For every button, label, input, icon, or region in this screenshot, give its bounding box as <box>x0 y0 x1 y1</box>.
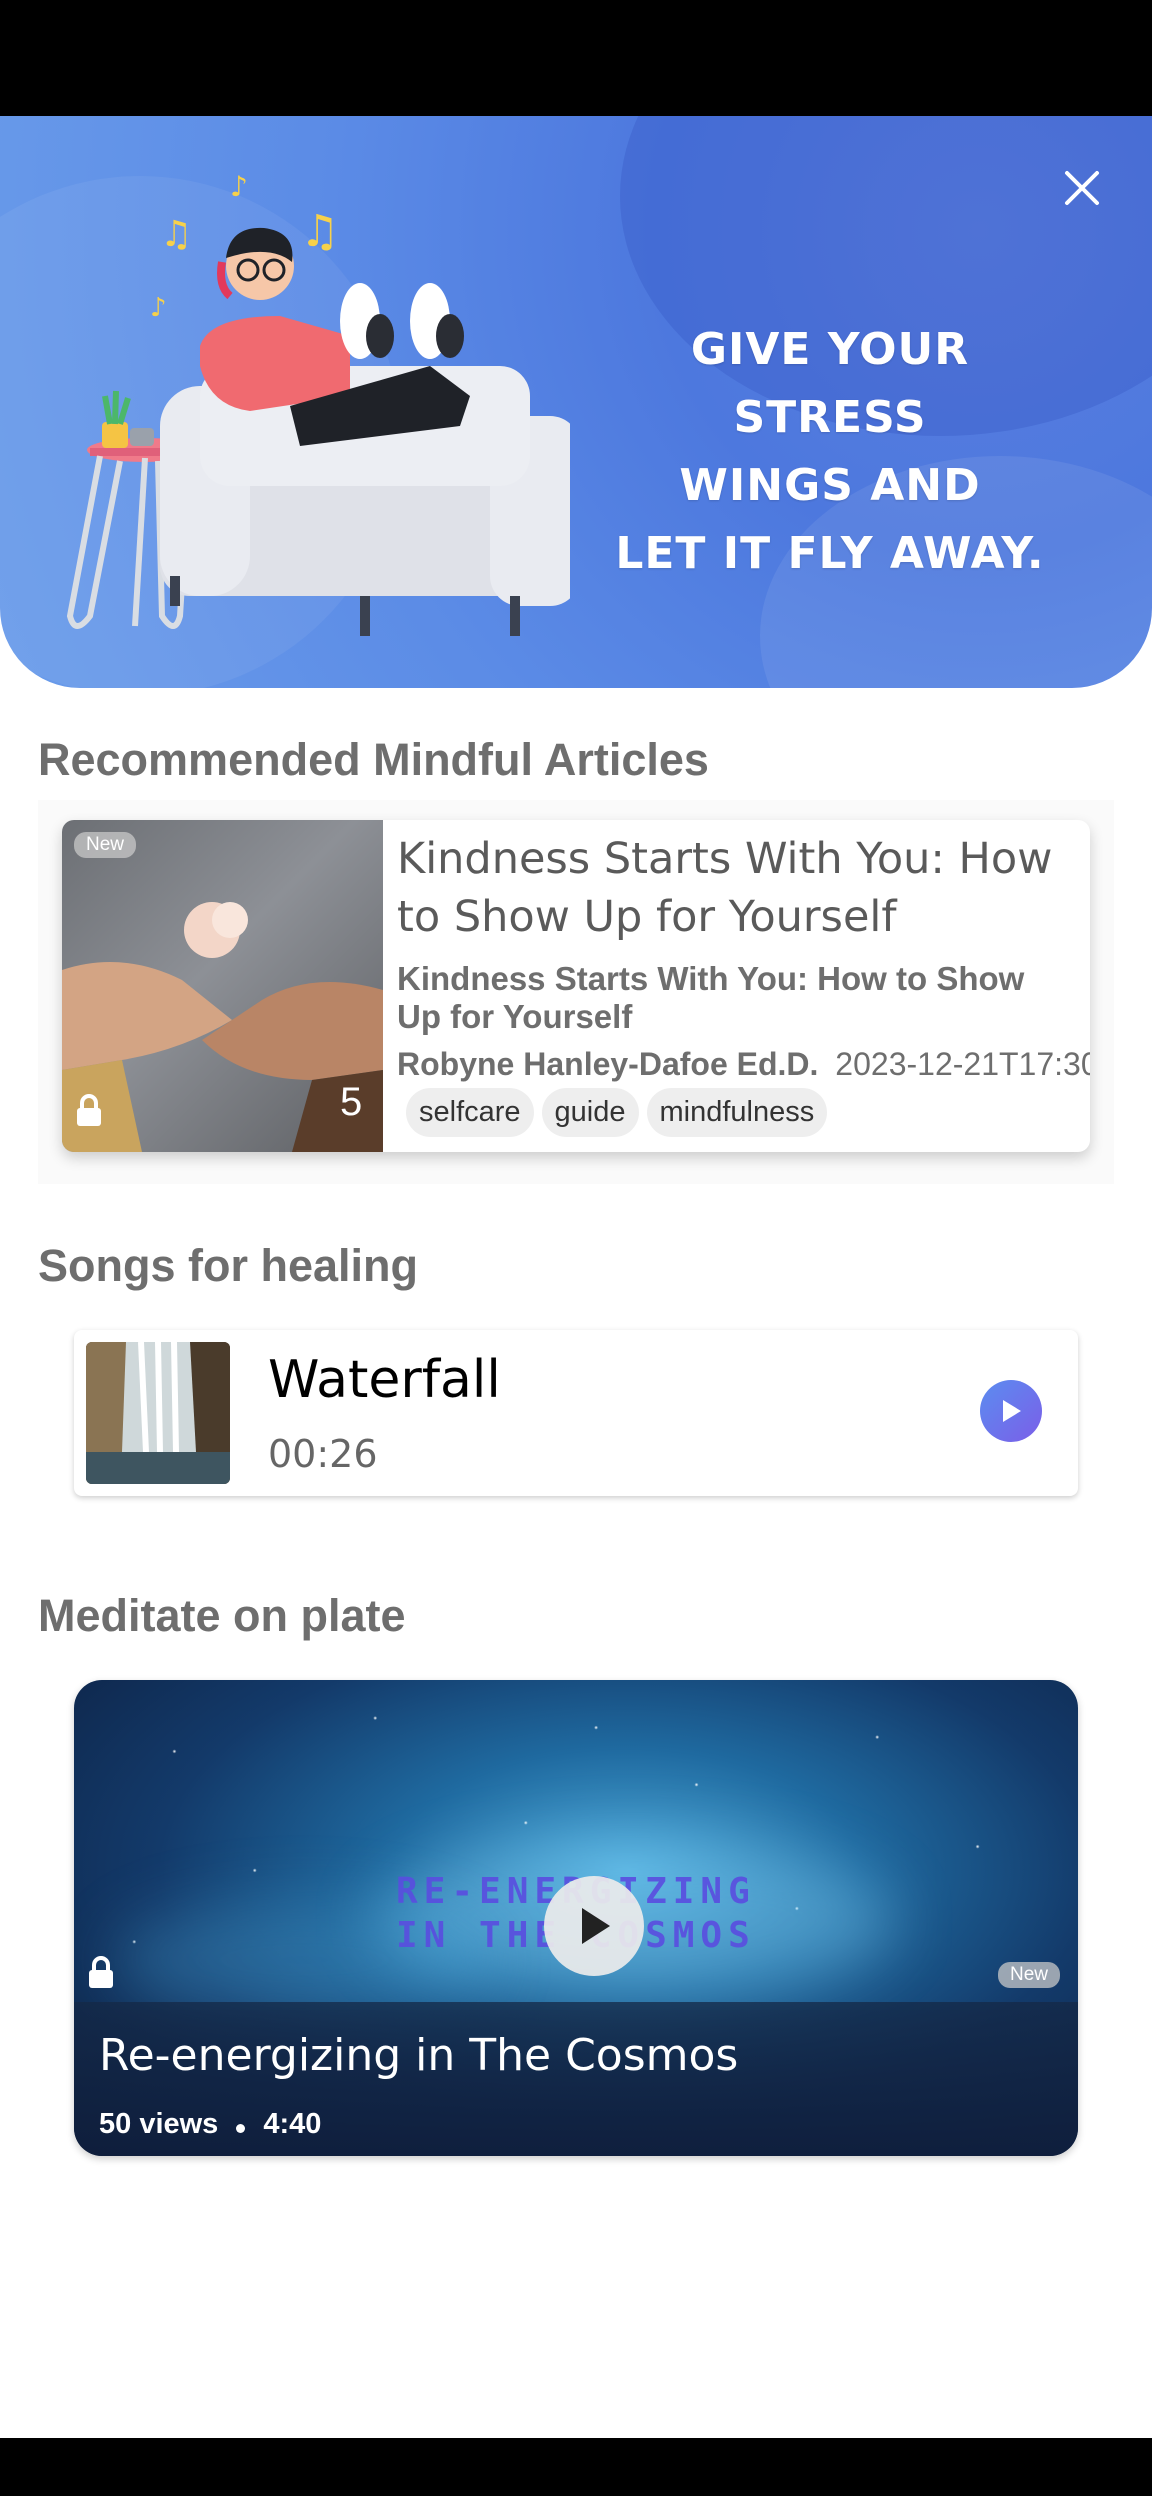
video-play-button[interactable] <box>544 1876 644 1976</box>
lock-icon <box>89 1956 113 1988</box>
tag-chip[interactable]: guide <box>541 1088 639 1137</box>
hero-headline-line2: WINGS AND <box>679 460 981 511</box>
song-card[interactable]: Waterfall 00:26 <box>74 1330 1078 1496</box>
article-tags: selfcare guide mindfulness <box>406 1088 828 1137</box>
close-button[interactable] <box>1050 156 1114 220</box>
play-button[interactable] <box>980 1380 1042 1442</box>
articles-list: New 5 Kindness Starts With You: How to S… <box>38 800 1114 1184</box>
video-meta: 50 views 4:40 <box>99 2108 321 2141</box>
song-title: Waterfall <box>268 1350 501 1410</box>
hero-banner: ♫ ♫ ♪ ♪ GIVE YOUR STRESS WINGS AND LET I… <box>0 116 1152 688</box>
play-icon <box>1003 1400 1021 1422</box>
hero-headline-line1: GIVE YOUR STRESS <box>690 324 970 443</box>
article-meta: Robyne Hanley-Dafoe Ed.D. 2023-12-21T17:… <box>397 1046 1090 1083</box>
svg-text:♫: ♫ <box>300 206 339 257</box>
song-thumbnail <box>86 1342 230 1484</box>
video-new-badge: New <box>998 1962 1061 1988</box>
section-title-meditate: Meditate on plate <box>38 1590 406 1641</box>
separator-dot <box>236 2124 246 2133</box>
relaxing-person-illustration: ♫ ♫ ♪ ♪ <box>66 170 570 636</box>
article-date: 2023-12-21T17:30 <box>835 1046 1090 1082</box>
section-title-songs: Songs for healing <box>38 1240 419 1291</box>
hero-headline: GIVE YOUR STRESS WINGS AND LET IT FLY AW… <box>590 316 1070 588</box>
article-new-badge: New <box>74 832 137 858</box>
article-card[interactable]: New 5 Kindness Starts With You: How to S… <box>62 820 1090 1152</box>
video-card[interactable]: RE-ENERGIZING IN THE COSMOS New Re-energ… <box>74 1680 1078 2156</box>
article-title[interactable]: Kindness Starts With You: How to Show Up… <box>397 830 1077 946</box>
article-thumbnail: New 5 <box>62 820 383 1152</box>
close-icon <box>1065 171 1099 205</box>
svg-text:♪: ♪ <box>230 170 248 203</box>
status-bar <box>0 0 1152 116</box>
song-duration: 00:26 <box>268 1432 378 1476</box>
article-count: 5 <box>340 1080 363 1124</box>
article-subtitle: Kindness Starts With You: How to Show Up… <box>397 960 1025 1035</box>
svg-text:♫: ♫ <box>160 214 192 255</box>
article-author: Robyne Hanley-Dafoe Ed.D. <box>397 1046 819 1082</box>
video-views: 50 views <box>99 2108 219 2140</box>
tag-chip[interactable]: selfcare <box>406 1088 534 1137</box>
tag-chip[interactable]: mindfulness <box>646 1088 828 1137</box>
play-icon <box>582 1908 610 1944</box>
video-duration: 4:40 <box>263 2108 322 2140</box>
lock-icon <box>77 1094 101 1126</box>
svg-text:♪: ♪ <box>150 293 167 323</box>
navigation-bar <box>0 2438 1152 2496</box>
section-title-articles: Recommended Mindful Articles <box>38 734 709 785</box>
hero-headline-line3: LET IT FLY AWAY. <box>615 528 1045 579</box>
video-title: Re-energizing in The Cosmos <box>99 2030 739 2081</box>
